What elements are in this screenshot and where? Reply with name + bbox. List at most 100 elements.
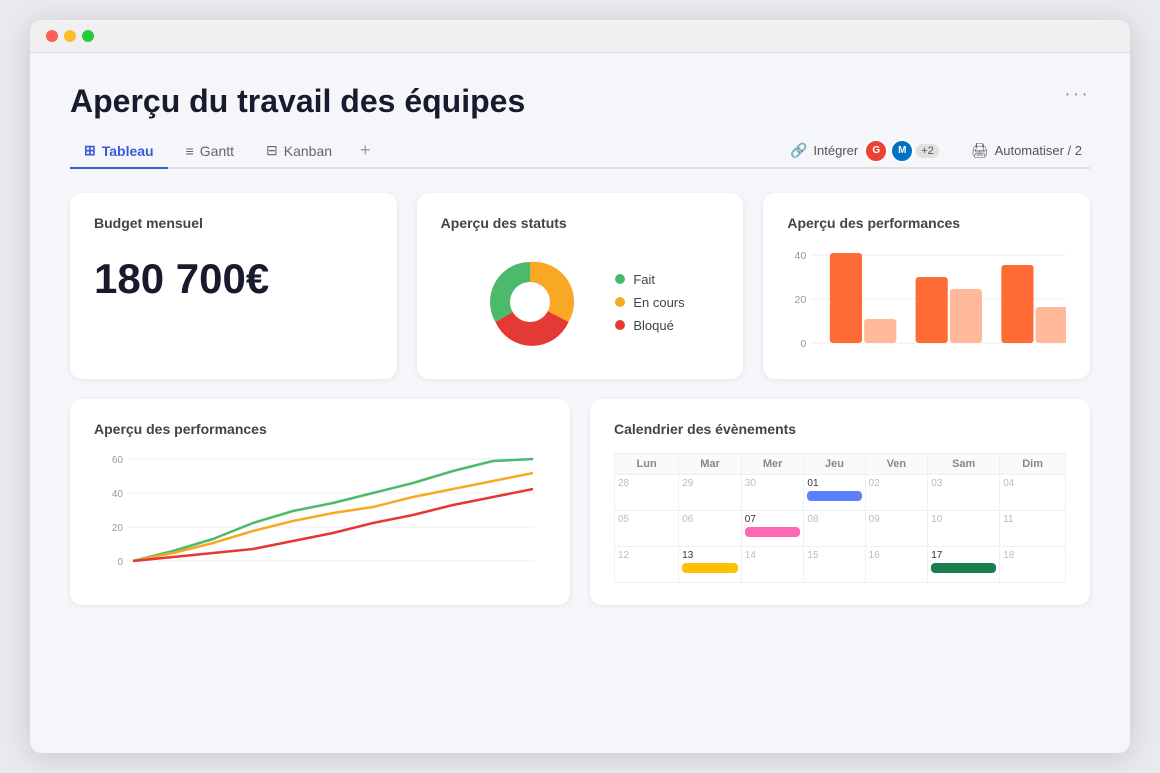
tabs-left: ⊞ Tableau ≡ Gantt ⊟ Kanban + <box>70 134 381 167</box>
cal-cell: 06 <box>679 511 742 547</box>
status-card-title: Aperçu des statuts <box>441 215 720 231</box>
cal-event-blue <box>807 491 861 501</box>
tab-gantt-label: Gantt <box>200 143 234 159</box>
status-pie-chart <box>475 247 585 357</box>
status-card-inner: Fait En cours Bloqué <box>441 247 720 357</box>
status-card: Aperçu des statuts <box>417 193 744 379</box>
cal-cell: 15 <box>804 547 865 583</box>
fait-label: Fait <box>633 272 655 287</box>
cal-week-2: 05 06 07 08 09 10 11 <box>615 511 1066 547</box>
minimize-dot[interactable] <box>64 30 76 42</box>
perf-bar-chart: 40 20 0 <box>787 247 1066 357</box>
cal-header-sam: Sam <box>928 454 1000 475</box>
svg-text:40: 40 <box>795 251 807 262</box>
cal-week-1: 28 29 30 01 02 03 04 <box>615 475 1066 511</box>
cal-cell: 03 <box>928 475 1000 511</box>
gantt-icon: ≡ <box>186 143 194 159</box>
tabs-row: ⊞ Tableau ≡ Gantt ⊟ Kanban + 🔗 Intégrer <box>70 134 1090 169</box>
add-tab-button[interactable]: + <box>350 136 381 165</box>
cal-cell: 30 <box>741 475 804 511</box>
cal-cell: 13 <box>679 547 742 583</box>
svg-text:20: 20 <box>112 523 124 534</box>
tab-kanban-label: Kanban <box>284 143 332 159</box>
tab-kanban[interactable]: ⊟ Kanban <box>252 134 346 169</box>
cal-cell: 10 <box>928 511 1000 547</box>
automatiser-icon: 🖨 <box>971 142 989 159</box>
cal-header-mar: Mar <box>679 454 742 475</box>
perf-bar-card-title: Aperçu des performances <box>787 215 1066 231</box>
cal-cell: 28 <box>615 475 679 511</box>
cal-cell: 02 <box>865 475 928 511</box>
tab-tableau[interactable]: ⊞ Tableau <box>70 134 168 169</box>
cal-header-jeu: Jeu <box>804 454 865 475</box>
automatiser-label: Automatiser / 2 <box>995 143 1082 158</box>
app-content: Aperçu du travail des équipes ··· ⊞ Tabl… <box>30 53 1130 753</box>
cal-event-green <box>931 563 996 573</box>
cal-header-lun: Lun <box>615 454 679 475</box>
cal-event-pink <box>745 527 801 537</box>
browser-window: Aperçu du travail des équipes ··· ⊞ Tabl… <box>30 20 1130 753</box>
cal-cell: 11 <box>1000 511 1066 547</box>
avatar-badge: +2 <box>916 144 939 158</box>
perf-line-card-title: Aperçu des performances <box>94 421 546 437</box>
cal-week-3: 12 13 14 15 16 17 18 <box>615 547 1066 583</box>
more-options-button[interactable]: ··· <box>1064 83 1090 106</box>
calendar-card: Calendrier des évènements Lun Mar Mer Je… <box>590 399 1090 605</box>
cal-cell: 16 <box>865 547 928 583</box>
bloque-label: Bloqué <box>633 318 673 333</box>
tableau-icon: ⊞ <box>84 142 96 159</box>
bloque-dot <box>615 320 625 330</box>
avatar-google: G <box>864 139 888 163</box>
close-dot[interactable] <box>46 30 58 42</box>
status-legend: Fait En cours Bloqué <box>615 272 684 333</box>
cal-cell: 05 <box>615 511 679 547</box>
tab-gantt[interactable]: ≡ Gantt <box>172 135 248 169</box>
legend-en-cours: En cours <box>615 295 684 310</box>
svg-text:60: 60 <box>112 455 124 466</box>
integrer-label: Intégrer <box>813 143 858 158</box>
budget-amount: 180 700€ <box>94 255 373 303</box>
integration-avatars: G M +2 <box>864 139 939 163</box>
cal-cell: 29 <box>679 475 742 511</box>
tab-tableau-label: Tableau <box>102 143 154 159</box>
budget-card-title: Budget mensuel <box>94 215 373 231</box>
browser-bar <box>30 20 1130 53</box>
kanban-icon: ⊟ <box>266 142 278 159</box>
svg-text:0: 0 <box>117 557 123 568</box>
budget-card: Budget mensuel 180 700€ <box>70 193 397 379</box>
cal-cell: 04 <box>1000 475 1066 511</box>
cal-header-ven: Ven <box>865 454 928 475</box>
cal-cell: 18 <box>1000 547 1066 583</box>
integrer-button[interactable]: 🔗 Intégrer G M +2 <box>782 135 947 167</box>
perf-line-card: Aperçu des performances 60 40 20 0 <box>70 399 570 605</box>
tabs-right: 🔗 Intégrer G M +2 🖨 Automatiser / 2 <box>782 135 1090 167</box>
page-header: Aperçu du travail des équipes ··· <box>70 83 1090 134</box>
legend-bloque: Bloqué <box>615 318 684 333</box>
avatar-m: M <box>890 139 914 163</box>
legend-fait: Fait <box>615 272 684 287</box>
top-cards-row: Budget mensuel 180 700€ Aperçu des statu… <box>70 193 1090 379</box>
integrer-icon: 🔗 <box>790 142 807 159</box>
maximize-dot[interactable] <box>82 30 94 42</box>
en-cours-dot <box>615 297 625 307</box>
svg-text:0: 0 <box>801 339 807 350</box>
cal-cell: 14 <box>741 547 804 583</box>
cal-cell: 01 <box>804 475 865 511</box>
cal-cell: 07 <box>741 511 804 547</box>
cal-header-dim: Dim <box>1000 454 1066 475</box>
cal-cell: 12 <box>615 547 679 583</box>
svg-text:40: 40 <box>112 489 124 500</box>
cal-cell: 08 <box>804 511 865 547</box>
cal-header-mer: Mer <box>741 454 804 475</box>
en-cours-label: En cours <box>633 295 684 310</box>
calendar-card-title: Calendrier des évènements <box>614 421 1066 437</box>
perf-line-chart: 60 40 20 0 <box>94 453 546 583</box>
bottom-cards-row: Aperçu des performances 60 40 20 0 <box>70 399 1090 605</box>
calendar-grid: Lun Mar Mer Jeu Ven Sam Dim 28 <box>614 453 1066 583</box>
perf-bar-card: Aperçu des performances 40 20 0 <box>763 193 1090 379</box>
page-title: Aperçu du travail des équipes <box>70 83 525 120</box>
cal-event-yellow <box>682 563 738 573</box>
automatiser-button[interactable]: 🖨 Automatiser / 2 <box>963 138 1090 163</box>
cal-cell: 09 <box>865 511 928 547</box>
svg-text:20: 20 <box>795 295 807 306</box>
